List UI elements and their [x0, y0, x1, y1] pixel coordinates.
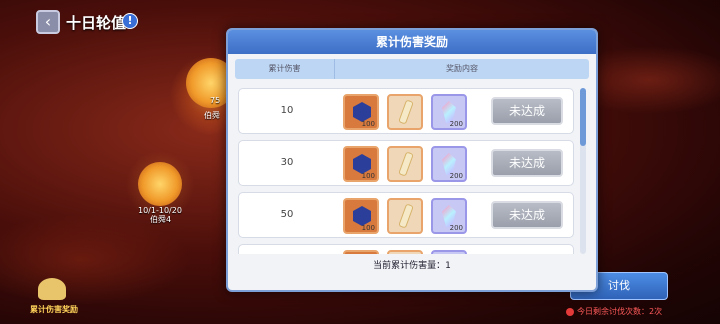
crystal-icon[interactable]: [431, 250, 467, 254]
reward-list[interactable]: 10 100 200 未达成 30 100 200 未达成 50 100 200…: [238, 88, 574, 254]
blue-gem-icon[interactable]: [343, 250, 379, 254]
column-rewards: 奖励内容: [446, 64, 478, 73]
claim-status-button[interactable]: 未达成: [491, 149, 563, 177]
wing-icon: [38, 278, 66, 300]
claim-status-button[interactable]: 未达成: [491, 97, 563, 125]
claim-status-button[interactable]: 未达成: [491, 201, 563, 229]
crystal-icon[interactable]: 200: [431, 146, 467, 182]
damage-reward-shortcut[interactable]: 累计伤害奖励: [30, 278, 78, 320]
item-count: 100: [361, 120, 375, 128]
item-count: 100: [361, 172, 375, 180]
table-row: 10 100 200 未达成: [238, 88, 574, 134]
dialog-title: 累计伤害奖励: [228, 30, 596, 54]
item-count: 100: [361, 224, 375, 232]
blue-gem-icon[interactable]: 100: [343, 94, 379, 130]
candle-icon[interactable]: [387, 146, 423, 182]
blue-gem-icon[interactable]: 100: [343, 198, 379, 234]
map-node-1-badge: 75: [210, 96, 221, 105]
map-node-1-label: 伯舜: [204, 111, 220, 120]
damage-threshold: 10: [280, 105, 294, 116]
chevron-left-icon: ‹: [44, 12, 52, 31]
page-title: 十日轮值: [66, 14, 127, 32]
column-damage: 累计伤害: [235, 59, 335, 79]
table-row: [238, 244, 574, 254]
crystal-icon[interactable]: 200: [431, 94, 467, 130]
scrollbar[interactable]: [580, 88, 586, 254]
table-row: 30 100 200 未达成: [238, 140, 574, 186]
candle-icon[interactable]: [387, 94, 423, 130]
item-count: 200: [449, 120, 463, 128]
item-count: 200: [449, 172, 463, 180]
damage-threshold: 30: [280, 157, 294, 168]
candle-icon[interactable]: [387, 198, 423, 234]
table-row: 50 100 200 未达成: [238, 192, 574, 238]
damage-reward-shortcut-label: 累计伤害奖励: [30, 305, 78, 314]
map-node-2[interactable]: [138, 162, 182, 206]
damage-reward-dialog: 累计伤害奖励 累计伤害 奖励内容 10 100 200 未达成 30 100 2…: [226, 28, 598, 292]
remaining-attempts-text: 今日剩余讨伐次数：2次: [577, 307, 663, 316]
info-icon[interactable]: !: [122, 13, 138, 29]
current-damage: 当前累计伤害量：1: [373, 261, 451, 271]
map-node-2-label: 伯舜4: [150, 215, 172, 224]
item-count: 200: [449, 224, 463, 232]
back-button[interactable]: ‹: [36, 10, 60, 34]
remaining-attempts: 今日剩余讨伐次数：2次: [566, 306, 662, 317]
damage-threshold: 50: [280, 209, 294, 220]
candle-icon[interactable]: [387, 250, 423, 254]
blue-gem-icon[interactable]: 100: [343, 146, 379, 182]
alert-icon: [566, 307, 574, 316]
scroll-thumb[interactable]: [580, 88, 586, 146]
crystal-icon[interactable]: 200: [431, 198, 467, 234]
table-header: 累计伤害 奖励内容: [235, 59, 589, 79]
